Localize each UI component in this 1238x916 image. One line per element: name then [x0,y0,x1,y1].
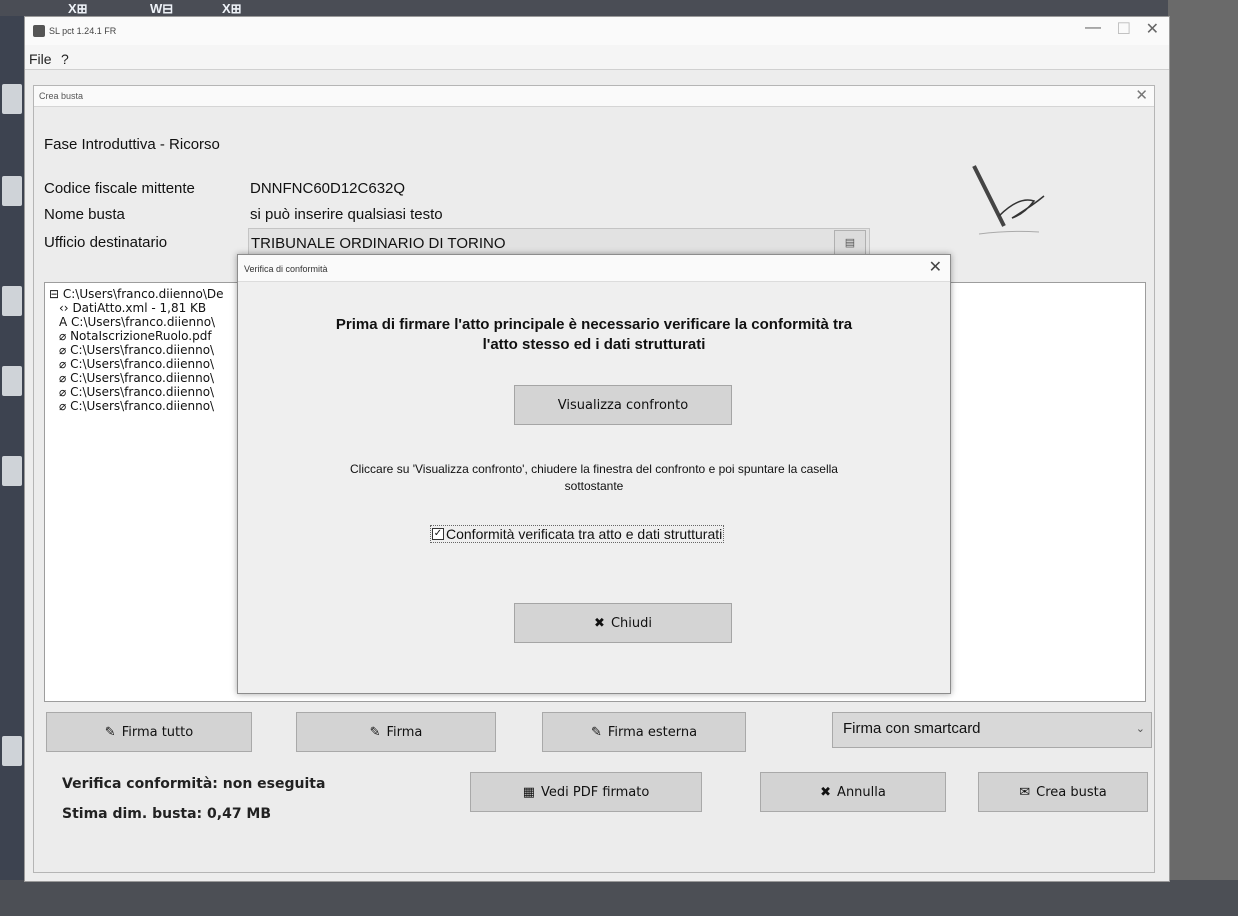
excel-icon-2[interactable]: X⊞ [222,1,242,16]
document-icon: A [59,315,68,329]
pen-icon: ✎ [369,724,381,740]
pen-icon: ✎ [590,724,602,740]
close-x-icon: ✖ [820,784,832,800]
conformita-checkbox[interactable]: ✓ [432,528,444,540]
firma-button[interactable]: ✎ Firma [296,712,496,752]
minimize-icon[interactable]: — [1085,19,1101,37]
attachment-icon: ⌀ [59,357,67,371]
app-titlebar: SL pct 1.24.1 FR — ☐ ✕ [25,17,1169,45]
dialog-title: Verifica di conformità [244,264,328,274]
app-title: SL pct 1.24.1 FR [49,26,117,36]
nome-busta-value[interactable]: si può inserire qualsiasi testo [250,206,443,223]
menu-help[interactable]: ? [61,51,69,67]
dialog-header: Verifica di conformità ✕ [238,255,950,282]
word-icon[interactable]: W⊟ [150,1,173,16]
tree-item[interactable]: ⌀ C:\Users\franco.diienno\ [59,385,214,399]
verifica-conformita-dialog: Verifica di conformità ✕ Prima di firmar… [237,254,951,694]
tree-item[interactable]: ⌀ C:\Users\franco.diienno\ [59,357,214,371]
crea-busta-header: Crea busta ✕ [34,86,1154,107]
firma-tutto-button[interactable]: ✎ Firma tutto [46,712,252,752]
desktop-taskbar-top: X⊞ W⊟ X⊞ [0,0,1238,16]
crea-busta-title: Crea busta [39,91,84,101]
desktop-bottom-strip [0,880,1238,916]
desktop-shortcut[interactable] [2,366,22,396]
panel-close-icon[interactable]: ✕ [1135,86,1148,104]
attachment-icon: ⌀ [59,371,67,385]
menu-file[interactable]: File [29,51,52,67]
desktop-left-strip [0,16,24,896]
ufficio-destinatario-value: TRIBUNALE ORDINARIO DI TORINO [251,235,506,252]
building-icon: ▤ [844,237,856,249]
pdf-icon: ▦ [522,784,535,800]
tree-item[interactable]: A C:\Users\franco.diienno\ [59,315,215,329]
crea-busta-button[interactable]: ✉ Crea busta [978,772,1148,812]
visualizza-confronto-button[interactable]: Visualizza confronto [514,385,732,425]
menubar: File ? [25,45,1169,70]
verifica-status: Verifica conformità: non eseguita [62,776,326,792]
vedi-pdf-firmato-button[interactable]: ▦ Vedi PDF firmato [470,772,702,812]
desktop-shortcut[interactable] [2,736,22,766]
tree-item[interactable]: ⌀ C:\Users\franco.diienno\ [59,399,214,413]
annulla-button[interactable]: ✖ Annulla [760,772,946,812]
codice-fiscale-label: Codice fiscale mittente [44,180,195,197]
stima-dimensione: Stima dim. busta: 0,47 MB [62,806,272,822]
attachment-icon: ⌀ [59,343,67,357]
pen-icon: ✎ [104,724,116,740]
app-icon [33,25,45,37]
firma-mode-select[interactable]: Firma con smartcard ⌄ [832,712,1152,748]
close-icon[interactable]: ✕ [1146,19,1159,39]
firma-esterna-button[interactable]: ✎ Firma esterna [542,712,746,752]
desktop-shortcut[interactable] [2,286,22,316]
envelope-icon: ✉ [1019,784,1031,800]
conformita-checkbox-row[interactable]: ✓ Conformità verificata tra atto e dati … [430,525,725,543]
ufficio-destinatario-label: Ufficio destinatario [44,234,168,251]
signature-pen-icon [972,165,1045,235]
desktop-shortcut[interactable] [2,84,22,114]
conformita-checkbox-label: Conformità verificata tra atto e dati st… [446,526,723,542]
xml-icon: ‹› [59,301,69,315]
attachment-icon: ⌀ [59,399,67,413]
close-x-icon: ✖ [594,615,605,631]
attachment-icon: ⌀ [59,329,67,343]
attachment-icon: ⌀ [59,385,67,399]
tree-item[interactable]: ⌀ C:\Users\franco.diienno\ [59,371,214,385]
codice-fiscale-value: DNNFNC60D12C632Q [250,180,406,197]
desktop-right-area [1168,0,1238,916]
chevron-down-icon: ⌄ [1135,723,1145,735]
tree-item[interactable]: ‹› DatiAtto.xml - 1,81 KB [59,301,206,315]
phase-title: Fase Introduttiva - Ricorso [44,136,220,153]
chiudi-button[interactable]: ✖ Chiudi [514,603,732,643]
ufficio-lookup-button[interactable]: ▤ [834,230,866,256]
dialog-heading: Prima di firmare l'atto principale è nec… [335,316,853,353]
excel-icon[interactable]: X⊞ [68,1,88,16]
nome-busta-label: Nome busta [44,206,125,223]
maximize-icon[interactable]: ☐ [1117,19,1131,39]
dialog-close-icon[interactable]: ✕ [929,257,942,277]
dialog-instructions: Cliccare su 'Visualizza confronto', chiu… [350,462,838,493]
desktop-shortcut[interactable] [2,456,22,486]
desktop-shortcut[interactable] [2,176,22,206]
tree-item[interactable]: ⊟ C:\Users\franco.diienno\De [49,287,224,301]
tree-item[interactable]: ⌀ NotaIscrizioneRuolo.pdf [59,329,212,343]
tree-item[interactable]: ⌀ C:\Users\franco.diienno\ [59,343,214,357]
